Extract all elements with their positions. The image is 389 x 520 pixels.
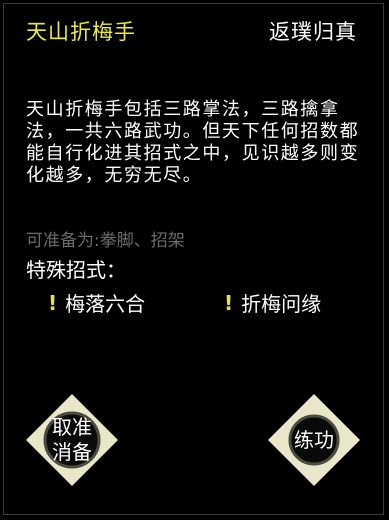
special-move-1[interactable]: ! 梅落六合 xyxy=(48,288,145,317)
skill-description: 天山折梅手包括三路掌法，三路擒拿法，一共六路武功。但天下任何招数都能自行化进其招… xyxy=(26,99,360,186)
skill-name: 天山折梅手 xyxy=(26,20,136,44)
cancel-prep-button[interactable]: 取准 消备 xyxy=(24,392,120,488)
skill-realm: 返璞归真 xyxy=(269,20,357,44)
special-moves-title: 特殊招式： xyxy=(26,258,126,282)
special-move-label: 梅落六合 xyxy=(65,292,146,316)
cancel-prep-label: 取准 消备 xyxy=(52,415,92,464)
special-move-label: 折梅问缘 xyxy=(241,292,322,316)
exclamation-icon: ! xyxy=(224,290,234,315)
prep-types: 可准备为:拳脚、招架 xyxy=(26,231,185,251)
exclamation-icon: ! xyxy=(48,290,58,315)
special-move-2[interactable]: ! 折梅问缘 xyxy=(224,288,321,317)
practice-button[interactable]: 练功 xyxy=(266,392,362,488)
practice-label: 练功 xyxy=(294,427,334,452)
